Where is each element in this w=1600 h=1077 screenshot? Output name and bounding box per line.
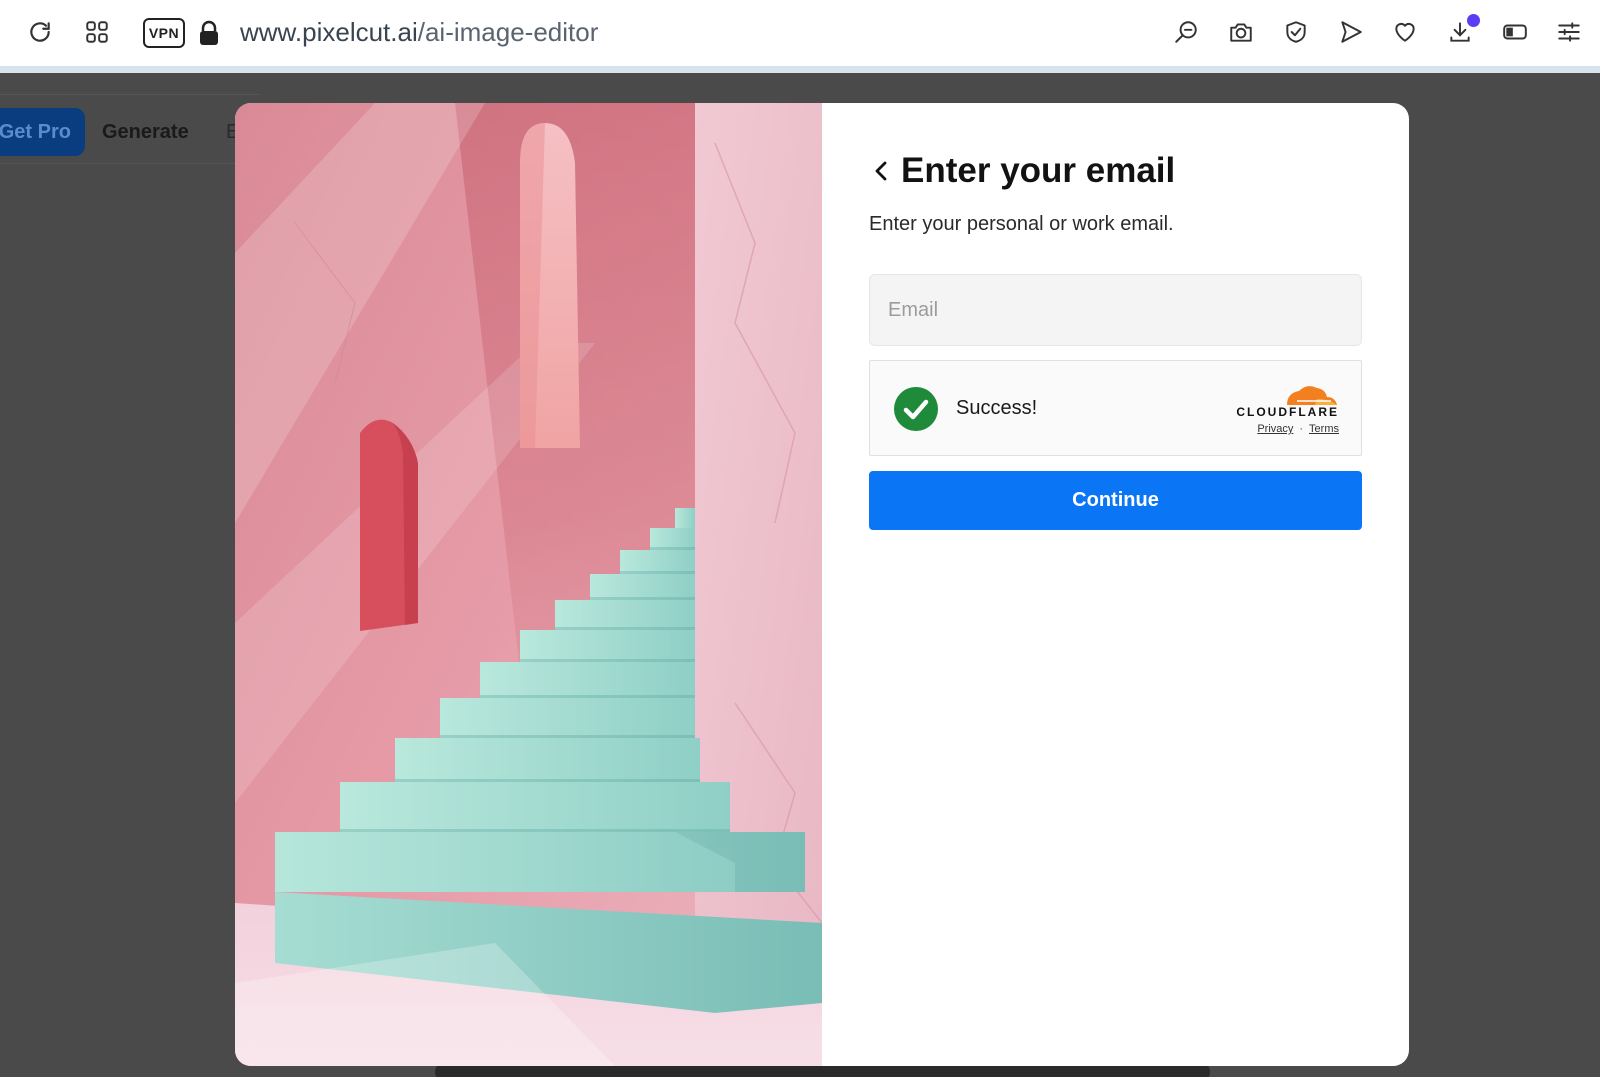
camera-icon[interactable] (1223, 14, 1259, 50)
email-form-panel: Enter your email Enter your personal or … (822, 103, 1409, 1066)
settings-sliders-icon[interactable] (1551, 14, 1587, 50)
address-bar[interactable]: www.pixelcut.ai/ai-image-editor (240, 17, 598, 48)
generate-tab[interactable]: Generate (102, 121, 189, 144)
tabs-grid-icon[interactable] (79, 14, 115, 50)
signin-modal: Enter your email Enter your personal or … (235, 103, 1409, 1066)
reload-icon[interactable] (22, 14, 58, 50)
chevron-left-icon (875, 161, 887, 181)
terms-link[interactable]: Terms (1309, 423, 1339, 435)
url-host: www.pixelcut.ai (240, 17, 418, 47)
notification-dot (1467, 14, 1480, 27)
success-check-icon (894, 387, 938, 431)
vpn-badge[interactable]: VPN (143, 18, 185, 48)
header-row: Enter your email (869, 151, 1175, 191)
email-field[interactable] (869, 274, 1362, 346)
page-title: Enter your email (901, 151, 1176, 190)
privacy-link[interactable]: Privacy (1257, 423, 1293, 435)
send-icon[interactable] (1333, 14, 1369, 50)
page-subtitle: Enter your personal or work email. (869, 213, 1174, 235)
cloudflare-turnstile[interactable]: Success! CLOUDFLARE Privacy · Terms (869, 360, 1362, 456)
shield-check-icon[interactable] (1278, 14, 1314, 50)
link-separator: · (1299, 423, 1304, 435)
url-path: /ai-image-editor (417, 17, 599, 47)
cloudflare-wordmark: CLOUDFLARE (1236, 405, 1339, 419)
continue-button[interactable]: Continue (869, 471, 1362, 530)
browser-toolbar: VPN www.pixelcut.ai/ai-image-editor (0, 0, 1600, 66)
get-pro-button[interactable]: Get Pro (0, 108, 85, 156)
back-button[interactable] (869, 156, 893, 186)
battery-icon[interactable] (1497, 14, 1533, 50)
hero-illustration (235, 103, 822, 1066)
search-icon[interactable] (1168, 14, 1204, 50)
download-icon[interactable] (1442, 14, 1480, 50)
toolbar-divider (0, 66, 1600, 73)
captcha-status: Success! (956, 397, 1038, 419)
lock-icon[interactable] (198, 20, 220, 46)
captcha-links: Privacy · Terms (1257, 423, 1339, 435)
heart-icon[interactable] (1387, 14, 1423, 50)
